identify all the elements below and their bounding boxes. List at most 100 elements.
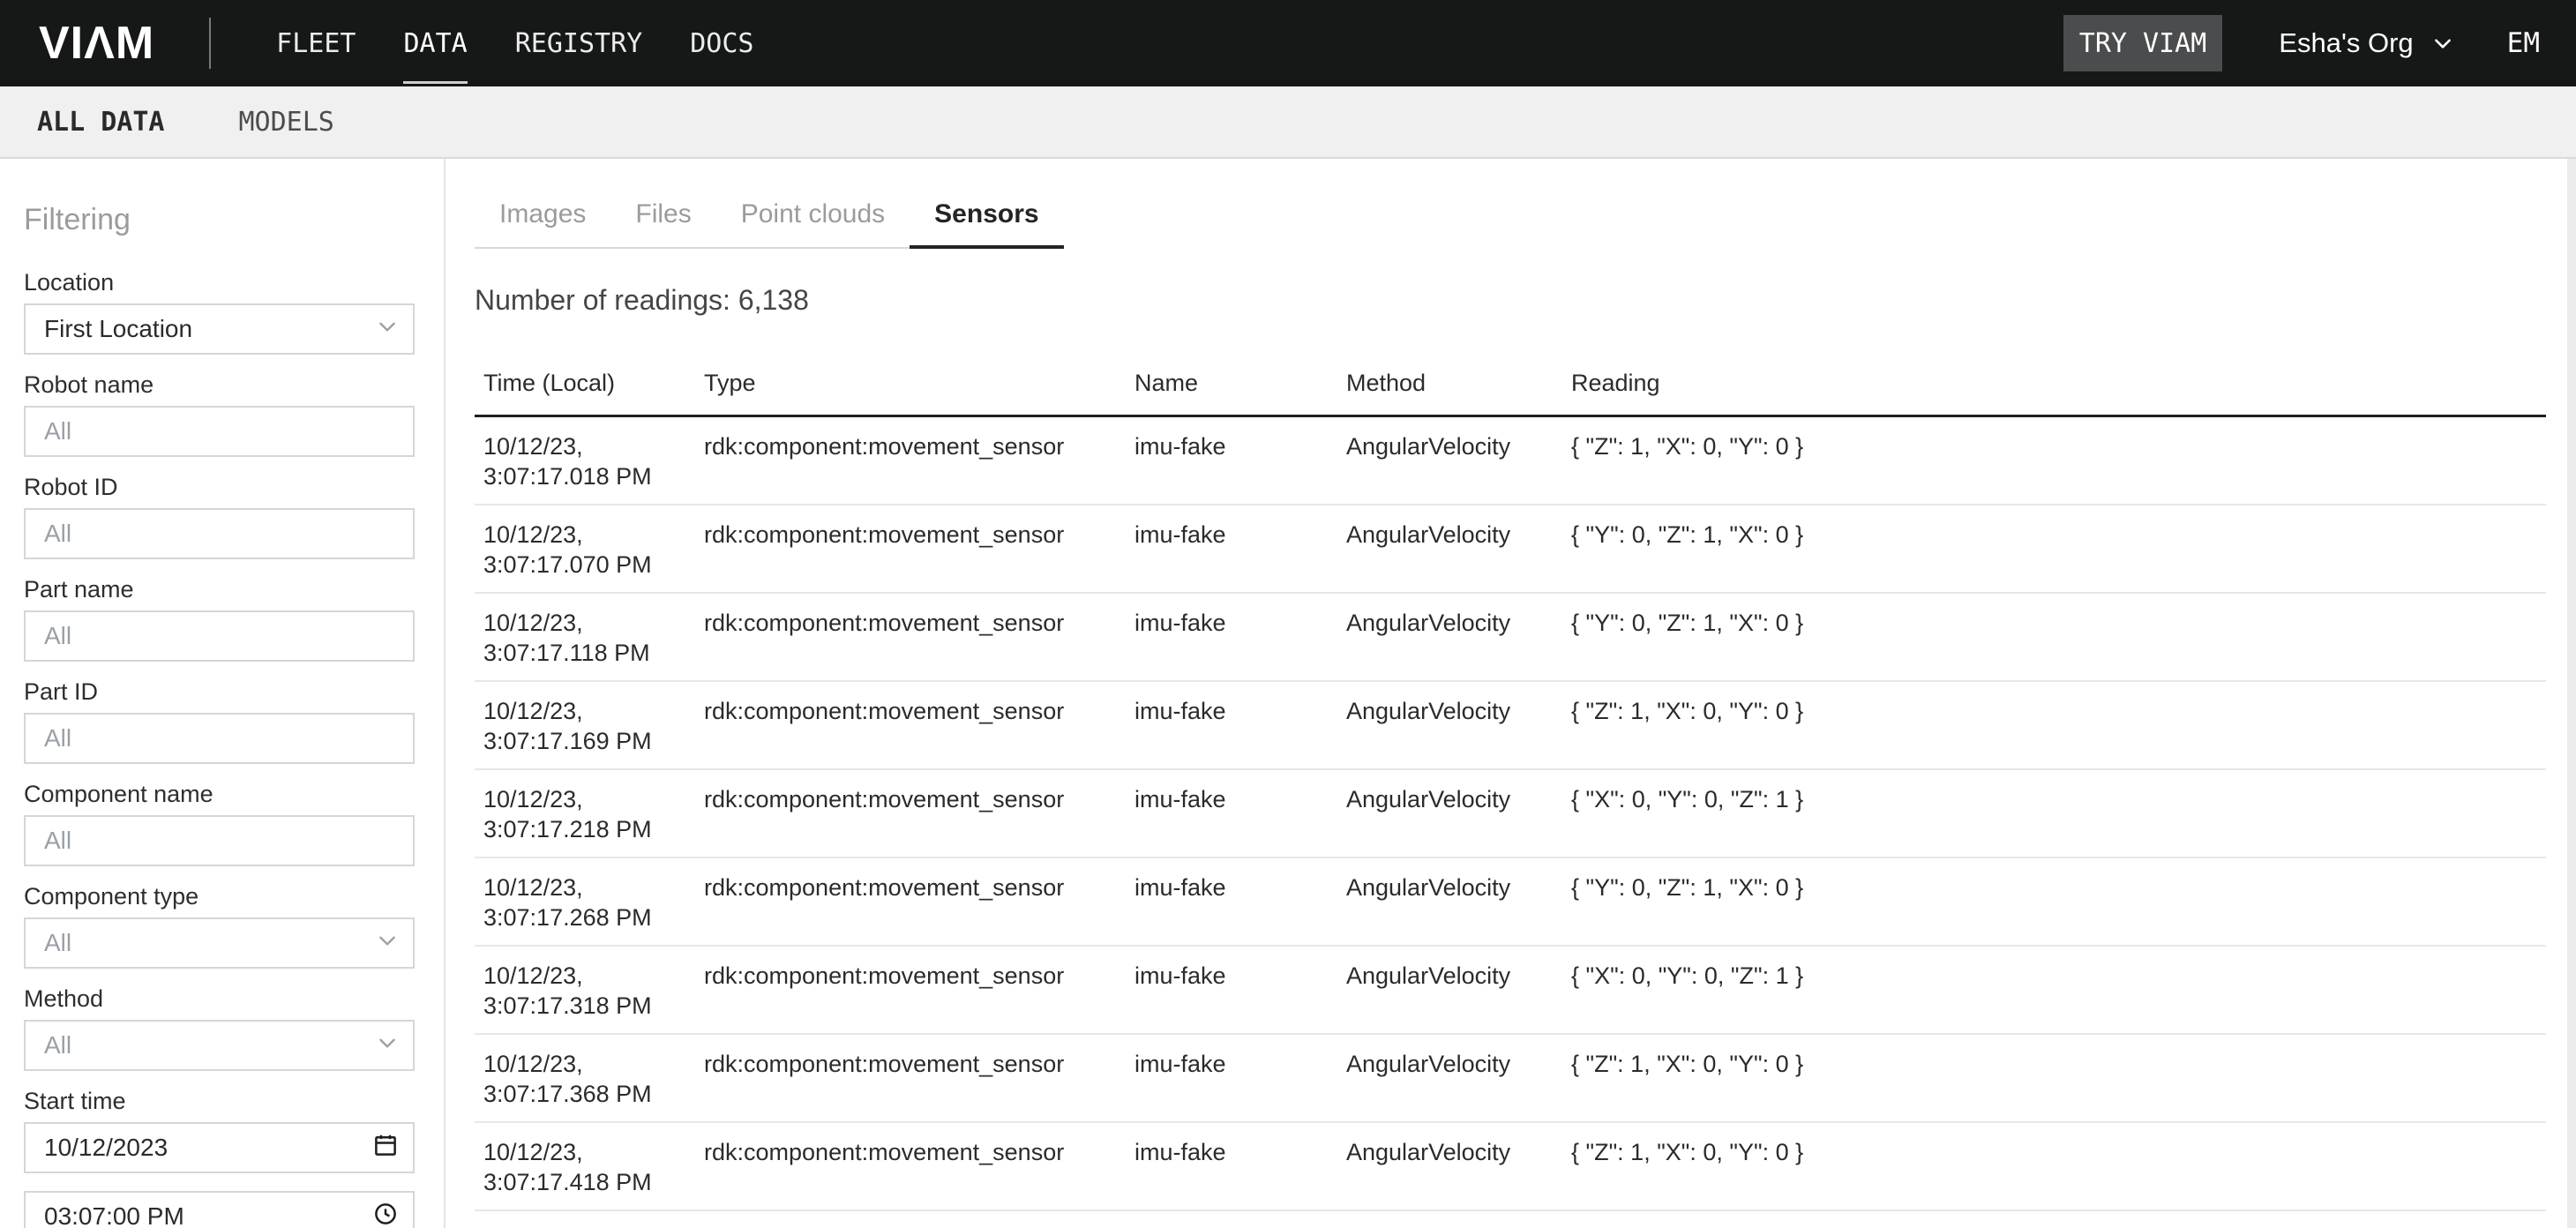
cell-type: rdk:component:movement_sensor [695,505,1126,593]
cell-type: rdk:component:movement_sensor [695,681,1126,769]
robot-name-label: Robot name [24,372,416,397]
robot-name-input[interactable] [24,406,415,457]
cell-time: 10/12/23,3:07:17.268 PM [475,857,695,946]
clock-icon[interactable] [372,1200,399,1228]
cell-name: imu-fake [1126,857,1337,946]
filter-part-name: Part name [24,577,416,662]
cell-reading: { "Z": 1, "X": 0, "Y": 0 } [1562,416,2546,505]
table-row[interactable]: 10/12/23,3:07:17.070 PM rdk:component:mo… [475,505,2546,593]
component-type-label: Component type [24,884,416,909]
column-header-time[interactable]: Time (Local) [475,370,695,416]
chevron-down-icon [2431,32,2454,55]
nav-item-docs[interactable]: DOCS [690,28,753,59]
subnav-item-models[interactable]: MODELS [239,107,334,138]
cell-method: AngularVelocity [1337,1034,1562,1122]
cell-name: imu-fake [1126,505,1337,593]
cell-time: 10/12/23,3:07:17.018 PM [475,416,695,505]
filter-start-time: Start time 10/12/2023 03:07:00 PM [24,1089,416,1228]
filter-location: Location First Location [24,270,416,355]
location-select[interactable]: First Location [24,303,415,355]
nav-divider [209,18,211,69]
cell-reading: { "Y": 0, "Z": 1, "X": 0 } [1562,505,2546,593]
cell-name: imu-fake [1126,946,1337,1034]
cell-method: AngularVelocity [1337,681,1562,769]
try-viam-button[interactable]: TRY VIAM [2063,15,2223,71]
user-avatar[interactable]: EM [2507,27,2540,59]
cell-reading: { "X": 0, "Y": 0, "Z": 1 } [1562,946,2546,1034]
sensor-readings-table: Time (Local) Type Name Method Reading 10… [475,370,2546,1211]
table-row[interactable]: 10/12/23,3:07:17.169 PM rdk:component:mo… [475,681,2546,769]
table-row[interactable]: 10/12/23,3:07:17.368 PM rdk:component:mo… [475,1034,2546,1122]
cell-time: 10/12/23,3:07:17.070 PM [475,505,695,593]
tab-point-clouds[interactable]: Point clouds [716,199,910,247]
filter-component-name: Component name [24,782,416,866]
nav-item-registry[interactable]: REGISTRY [515,28,643,59]
component-name-input[interactable] [24,815,415,866]
cell-method: AngularVelocity [1337,946,1562,1034]
table-row[interactable]: 10/12/23,3:07:17.118 PM rdk:component:mo… [475,593,2546,681]
table-row[interactable]: 10/12/23,3:07:17.418 PM rdk:component:mo… [475,1122,2546,1210]
table-header-row: Time (Local) Type Name Method Reading [475,370,2546,416]
data-main-panel: Images Files Point clouds Sensors Number… [446,159,2576,1228]
calendar-icon[interactable] [372,1131,399,1165]
location-label: Location [24,270,416,295]
cell-method: AngularVelocity [1337,416,1562,505]
cell-type: rdk:component:movement_sensor [695,857,1126,946]
org-switcher[interactable]: Esha's Org [2279,27,2453,59]
chevron-down-icon [376,315,399,344]
column-header-reading[interactable]: Reading [1562,370,2546,416]
readings-count: Number of readings: 6,138 [475,284,2576,317]
cell-method: AngularVelocity [1337,769,1562,857]
filtering-sidebar: Filtering Location First Location Robot … [0,159,446,1228]
table-row[interactable]: 10/12/23,3:07:17.318 PM rdk:component:mo… [475,946,2546,1034]
cell-time: 10/12/23,3:07:17.218 PM [475,769,695,857]
robot-id-input[interactable] [24,508,415,559]
column-header-method[interactable]: Method [1337,370,1562,416]
nav-right-cluster: TRY VIAM Esha's Org EM [2063,15,2576,71]
table-row[interactable]: 10/12/23,3:07:17.268 PM rdk:component:mo… [475,857,2546,946]
cell-type: rdk:component:movement_sensor [695,946,1126,1034]
filter-robot-id: Robot ID [24,475,416,559]
nav-item-fleet[interactable]: FLEET [276,28,356,59]
subnav-item-all-data[interactable]: ALL DATA [37,107,165,138]
component-type-select[interactable]: All [24,917,415,969]
robot-id-label: Robot ID [24,475,416,499]
cell-reading: { "Y": 0, "Z": 1, "X": 0 } [1562,857,2546,946]
cell-time: 10/12/23,3:07:17.318 PM [475,946,695,1034]
method-label: Method [24,986,416,1011]
cell-reading: { "Y": 0, "Z": 1, "X": 0 } [1562,593,2546,681]
nav-item-data[interactable]: DATA [403,28,467,59]
start-date-value: 10/12/2023 [44,1134,168,1162]
part-id-input[interactable] [24,713,415,764]
tab-images[interactable]: Images [475,199,610,247]
part-id-label: Part ID [24,679,416,704]
filter-component-type: Component type All [24,884,416,969]
cell-name: imu-fake [1126,1034,1337,1122]
cell-type: rdk:component:movement_sensor [695,1122,1126,1210]
viam-logo[interactable]: VIΛM [39,17,154,70]
tab-sensors[interactable]: Sensors [910,199,1063,247]
table-row[interactable]: 10/12/23,3:07:17.018 PM rdk:component:mo… [475,416,2546,505]
data-subnav: ALL DATA MODELS [0,86,2576,159]
top-navbar: VIΛM FLEET DATA REGISTRY DOCS TRY VIAM E… [0,0,2576,86]
column-header-type[interactable]: Type [695,370,1126,416]
cell-reading: { "Z": 1, "X": 0, "Y": 0 } [1562,1122,2546,1210]
chevron-down-icon [376,929,399,958]
method-select[interactable]: All [24,1020,415,1071]
filter-method: Method All [24,986,416,1071]
component-type-value: All [44,929,71,957]
filtering-title: Filtering [24,205,416,235]
table-row[interactable]: 10/12/23,3:07:17.218 PM rdk:component:mo… [475,769,2546,857]
tab-files[interactable]: Files [610,199,715,247]
cell-reading: { "Z": 1, "X": 0, "Y": 0 } [1562,1034,2546,1122]
column-header-name[interactable]: Name [1126,370,1337,416]
vertical-scrollbar[interactable] [2567,159,2576,1228]
cell-type: rdk:component:movement_sensor [695,1034,1126,1122]
part-name-input[interactable] [24,610,415,662]
part-name-label: Part name [24,577,416,602]
cell-type: rdk:component:movement_sensor [695,769,1126,857]
start-time-label: Start time [24,1089,416,1113]
start-date-input[interactable]: 10/12/2023 [24,1122,415,1173]
start-time-input[interactable]: 03:07:00 PM [24,1191,415,1228]
cell-method: AngularVelocity [1337,505,1562,593]
